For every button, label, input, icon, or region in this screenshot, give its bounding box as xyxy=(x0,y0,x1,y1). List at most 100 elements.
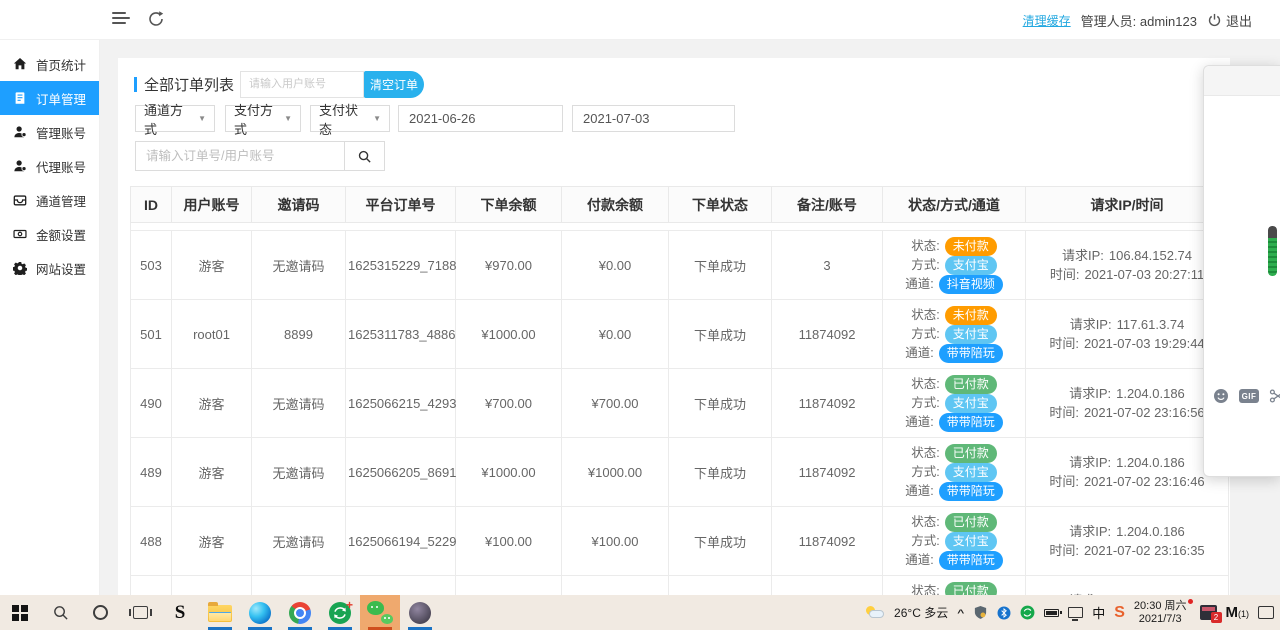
task-view-button[interactable] xyxy=(120,595,160,630)
battery-icon[interactable] xyxy=(1044,608,1062,617)
order-row: 488 游客 无邀请码 1625066194_5229 ¥100.00 ¥100… xyxy=(130,506,1229,576)
windows-logo-icon xyxy=(12,604,28,621)
column-header: 请求IP/时间 xyxy=(1025,186,1229,223)
action-center-icon[interactable] xyxy=(1258,606,1274,619)
cell-order-status: 下单成功 xyxy=(668,506,772,576)
emoji-icon[interactable] xyxy=(1213,388,1229,404)
chrome-button[interactable] xyxy=(280,595,320,630)
cell-invite-code: 无邀请码 xyxy=(251,230,346,300)
green-app-button[interactable]: + xyxy=(320,595,360,630)
sidebar-item-agent-accounts[interactable]: 代理账号 xyxy=(0,149,99,183)
app-s-black[interactable]: S xyxy=(160,595,200,630)
sidebar-item-home[interactable]: 首页统计 xyxy=(0,47,99,81)
status-badge: 已付款 xyxy=(944,374,997,394)
status-badge: 已付款 xyxy=(944,581,997,595)
wechat-button[interactable] xyxy=(360,595,400,630)
cell-ip-time: 请求IP: 1.204.0.186 时间: 2021-07-02 23:16:56 xyxy=(1025,368,1229,438)
start-button[interactable] xyxy=(0,595,40,630)
file-explorer-button[interactable] xyxy=(200,595,240,630)
logout-label: 退出 xyxy=(1225,13,1252,29)
tray-expand-icon[interactable]: ^ xyxy=(957,607,964,618)
cell-order-amount: ¥970.00 xyxy=(455,230,562,300)
sidebar-item-orders[interactable]: 订单管理 xyxy=(0,81,99,115)
cell-status-method-channel: 状态:已付款 方式: 通道: xyxy=(882,575,1026,595)
cell-ip-time: 请求IP: 117.61.3.74 时间: 2021-07-03 19:29:44 xyxy=(1025,299,1229,369)
search-icon xyxy=(357,149,372,164)
wechat-icon xyxy=(367,600,393,625)
cell-order-status: 下单成功 xyxy=(668,368,772,438)
pay-status-select[interactable]: 支付状态 ▼ xyxy=(310,103,390,137)
date-to-input[interactable] xyxy=(572,105,735,132)
edge-button[interactable] xyxy=(240,595,280,630)
clear-orders-button[interactable]: 清空订单 xyxy=(364,70,424,98)
cell-order-amount: ¥1000.00 xyxy=(455,299,562,369)
sidebar-item-site-settings[interactable]: 网站设置 xyxy=(0,251,99,285)
order-row: 状态:已付款 方式: 通道: 请求IP:1.204.0.186 时间: xyxy=(130,575,1229,595)
date-from-input[interactable] xyxy=(398,105,563,132)
taskbar-clock[interactable]: 20:30 周六 2021/7/3 xyxy=(1133,599,1193,625)
mail-tray-icon[interactable]: 2 xyxy=(1199,605,1222,623)
chrome-icon xyxy=(289,601,311,624)
folder-icon xyxy=(208,602,232,622)
ime-indicator[interactable]: 中 xyxy=(1092,603,1105,622)
bluetooth-icon[interactable] xyxy=(997,606,1011,620)
clock-time: 20:30 周六 xyxy=(1133,600,1187,612)
network-display-icon[interactable] xyxy=(1068,607,1084,621)
spacer-row xyxy=(130,222,1229,231)
search-button[interactable] xyxy=(345,141,385,171)
sidebar: 首页统计 订单管理 管理账号 代理账号 通道管理 金额设置 网站设置 xyxy=(0,0,100,595)
sync-tray-icon[interactable] xyxy=(1020,605,1035,620)
cell-account: 游客 xyxy=(171,230,252,300)
cell-order-no: 1625066205_8691 xyxy=(345,437,456,507)
logout-button[interactable]: 退出 xyxy=(1207,11,1252,30)
s-tray-icon[interactable]: S xyxy=(1114,604,1125,622)
cell-id: 488 xyxy=(130,506,172,576)
cell-invite-code: 无邀请码 xyxy=(251,437,346,507)
method-badge: 支付宝 xyxy=(944,531,997,551)
cortana-button[interactable] xyxy=(80,595,120,630)
cell-paid-amount: ¥700.00 xyxy=(561,368,669,438)
clear-cache-link[interactable]: 清理缓存 xyxy=(1023,12,1071,29)
cell-order-no: 1625311783_4886 xyxy=(345,299,456,369)
order-row: 503 游客 无邀请码 1625315229_7188 ¥970.00 ¥0.0… xyxy=(130,230,1229,300)
status-badge: 未付款 xyxy=(944,236,997,256)
order-table: ID 用户账号 邀请码 平台订单号 下单余额 付款余额 下单状态 备注/账号 状态/方式/通道请… xyxy=(130,186,1229,595)
cell-ip-time: 请求IP: 106.84.152.74 时间: 2021-07-03 20:27:1… xyxy=(1025,230,1229,300)
sidebar-item-amount-settings[interactable]: 金额设置 xyxy=(0,217,99,251)
weather-icon[interactable] xyxy=(865,605,885,620)
dark-app-button[interactable] xyxy=(400,595,440,630)
order-table-head-row: ID 用户账号 邀请码 平台订单号 下单余额 付款余额 下单状态 备注/账号 状态/方式/通道请… xyxy=(130,186,1229,223)
order-search-input[interactable] xyxy=(135,141,345,171)
refresh-icon[interactable] xyxy=(146,9,166,29)
cell-ip-time: 请求IP: 1.204.0.186 时间: 2021-07-02 23:16:35 xyxy=(1025,506,1229,576)
status-badge: 已付款 xyxy=(944,443,997,463)
account-input[interactable] xyxy=(240,70,364,98)
cell-account xyxy=(171,575,252,595)
gif-icon[interactable]: GIF xyxy=(1239,389,1259,403)
cell-invite-code: 8899 xyxy=(251,299,346,369)
sidebar-item-admin-accounts[interactable]: 管理账号 xyxy=(0,115,99,149)
cell-order-no: 1625066215_4293 xyxy=(345,368,456,438)
cell-id: 503 xyxy=(130,230,172,300)
admin-accounts-icon xyxy=(13,125,27,139)
column-header: 状态/方式/通道 xyxy=(882,186,1026,223)
weather-text[interactable]: 26°C 多云 xyxy=(894,604,948,621)
chat-window-titlebar[interactable] xyxy=(1204,66,1280,96)
status-badge: 未付款 xyxy=(944,305,997,325)
channel-method-select[interactable]: 通道方式 ▼ xyxy=(135,103,215,137)
cell-id: 501 xyxy=(130,299,172,369)
sidebar-item-channels[interactable]: 通道管理 xyxy=(0,183,99,217)
cell-ip-time: 请求IP:1.204.0.186 时间: xyxy=(1025,575,1229,595)
pay-method-select[interactable]: 支付方式 ▼ xyxy=(225,103,301,137)
scissors-icon[interactable] xyxy=(1269,388,1280,404)
im-tray-icon[interactable]: M (1) xyxy=(1226,604,1250,621)
clock-date: 2021/7/3 xyxy=(1138,612,1182,625)
security-shield-icon[interactable] xyxy=(973,605,988,620)
cell-id xyxy=(130,575,172,595)
cell-account: 游客 xyxy=(171,506,252,576)
cell-status-method-channel: 状态: 已付款 方式: 支付宝 通道: 带带陪玩 xyxy=(882,506,1026,576)
taskbar-search-button[interactable] xyxy=(40,595,80,630)
sidebar-collapse-icon[interactable] xyxy=(112,12,130,26)
cell-ip-time: 请求IP: 1.204.0.186 时间: 2021-07-02 23:16:46 xyxy=(1025,437,1229,507)
cell-status-method-channel: 状态: 已付款 方式: 支付宝 通道: 带带陪玩 xyxy=(882,437,1026,507)
